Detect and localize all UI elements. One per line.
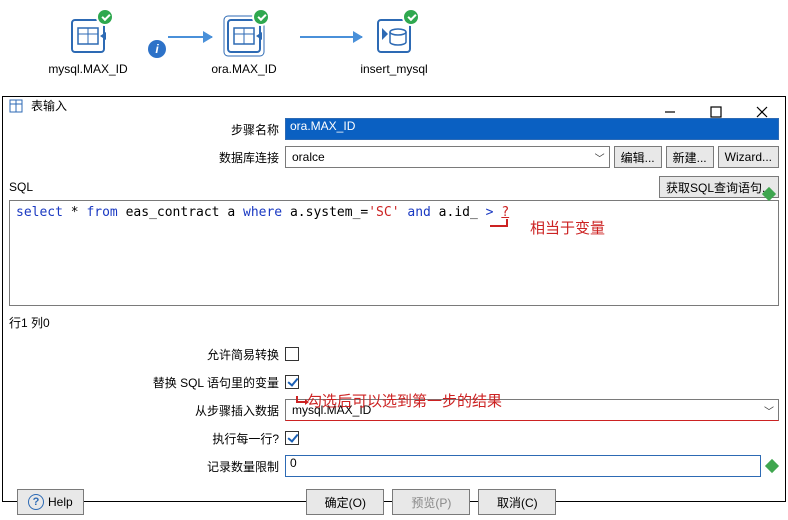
exec-each-row-label: 执行每一行?: [9, 430, 285, 447]
new-conn-button[interactable]: 新建...: [666, 146, 714, 168]
flow-node-insert-mysql[interactable]: insert_mysql: [334, 14, 454, 76]
flow-node-mysql-max-id[interactable]: mysql.MAX_ID: [28, 14, 148, 76]
step-name-input[interactable]: ora.MAX_ID: [285, 118, 779, 140]
help-icon: ?: [28, 494, 44, 510]
allow-simple-checkbox[interactable]: [285, 347, 299, 361]
table-input-icon: [9, 98, 25, 114]
help-button[interactable]: ? Help: [17, 489, 84, 515]
get-sql-button[interactable]: 获取SQL查询语句...: [659, 176, 779, 198]
flow-canvas: mysql.MAX_ID i ora.MAX_ID insert_mysql: [0, 0, 788, 92]
step-name-label: 步骤名称: [9, 121, 285, 138]
ok-button[interactable]: 确定(O): [306, 489, 384, 515]
dialog-buttons: ? Help 确定(O) 预览(P) 取消(C): [9, 485, 779, 519]
replace-var-checkbox[interactable]: [285, 375, 299, 389]
flow-node-label: insert_mysql: [334, 62, 454, 76]
exec-each-row-checkbox[interactable]: [285, 431, 299, 445]
record-limit-input[interactable]: 0: [285, 455, 761, 477]
db-conn-select[interactable]: oralce ﹀: [285, 146, 610, 168]
edit-conn-button[interactable]: 编辑...: [614, 146, 662, 168]
insert-from-step-value: mysql.MAX_ID: [292, 403, 371, 417]
annotation-arrow-icon: [490, 219, 508, 227]
insert-from-step-label: 从步骤插入数据: [9, 402, 285, 419]
sql-textarea[interactable]: select * from eas_contract a where a.sys…: [9, 200, 779, 306]
status-ok-icon: [402, 8, 420, 26]
chevron-down-icon: ﹀: [595, 150, 605, 165]
chevron-down-icon: ﹀: [764, 403, 774, 418]
insert-from-step-select[interactable]: mysql.MAX_ID ﹀: [285, 399, 779, 421]
info-icon[interactable]: i: [148, 40, 166, 58]
flow-node-ora-max-id[interactable]: ora.MAX_ID: [184, 14, 304, 76]
sql-label: SQL: [9, 180, 33, 194]
flow-node-label: mysql.MAX_ID: [28, 62, 148, 76]
status-ok-icon: [252, 8, 270, 26]
annotation-text: 相当于变量: [530, 217, 605, 238]
replace-var-label: 替换 SQL 语句里的变量: [9, 374, 285, 391]
allow-simple-label: 允许简易转换: [9, 346, 285, 363]
db-conn-value: oralce: [292, 150, 325, 164]
dialog-title: 表输入: [31, 97, 67, 114]
record-limit-label: 记录数量限制: [9, 458, 285, 475]
status-ok-icon: [96, 8, 114, 26]
cancel-button[interactable]: 取消(C): [478, 489, 556, 515]
expand-icon[interactable]: [765, 459, 779, 473]
table-input-dialog: 表输入 步骤名称 ora.MAX_ID 数据库连接 oralce ﹀ 编辑...…: [2, 96, 786, 502]
preview-button[interactable]: 预览(P): [392, 489, 470, 515]
flow-node-label: ora.MAX_ID: [184, 62, 304, 76]
expand-icon[interactable]: [762, 187, 776, 201]
db-conn-label: 数据库连接: [9, 149, 285, 166]
titlebar[interactable]: 表输入: [3, 97, 785, 114]
wizard-button[interactable]: Wizard...: [718, 146, 779, 168]
line-col-indicator: 行1 列0: [9, 314, 779, 331]
